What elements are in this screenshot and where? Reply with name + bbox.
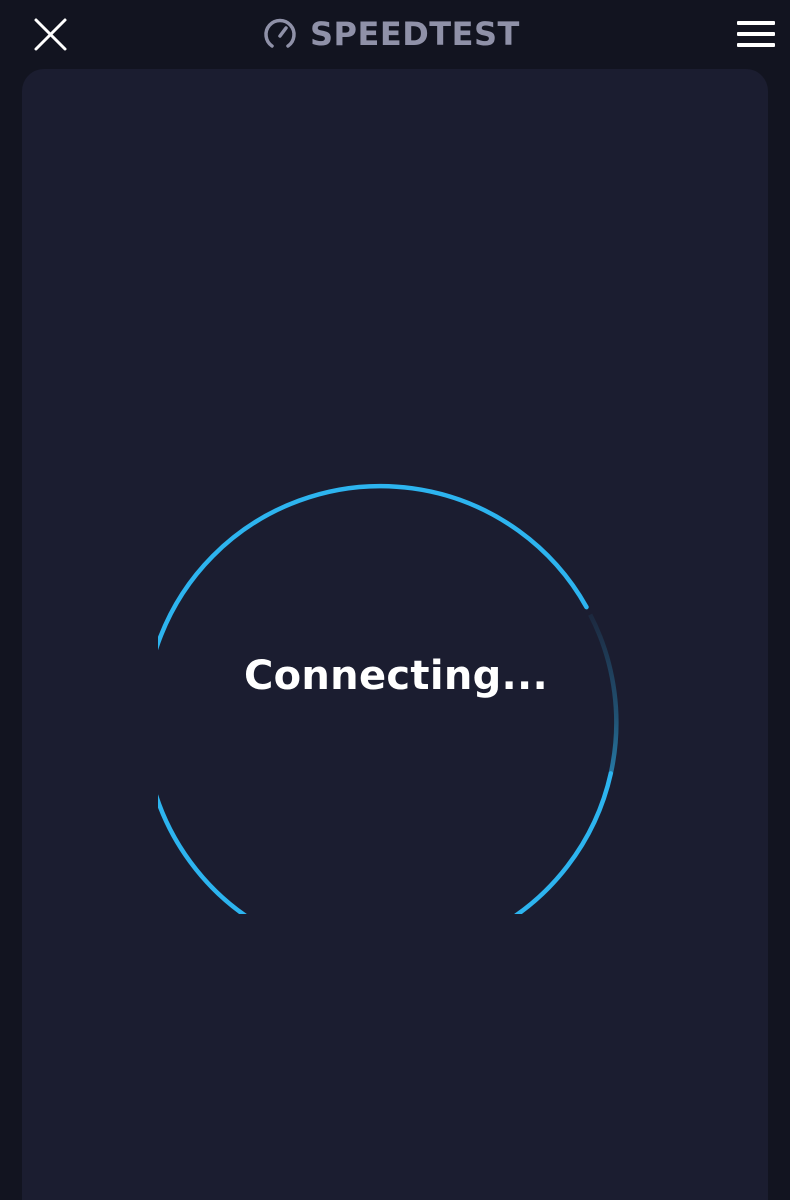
brand-logo: SPEEDTEST bbox=[262, 12, 520, 56]
app-title: SPEEDTEST bbox=[310, 15, 520, 53]
close-button[interactable] bbox=[28, 14, 72, 58]
connection-status-text: Connecting... bbox=[243, 653, 549, 699]
close-icon bbox=[34, 18, 67, 51]
main-panel: Connecting... bbox=[22, 69, 768, 1200]
speedometer-icon bbox=[262, 16, 298, 52]
hamburger-menu-icon bbox=[737, 21, 775, 47]
top-bar: SPEEDTEST bbox=[0, 0, 790, 68]
speedtest-app: SPEEDTEST Connecting... bbox=[0, 0, 790, 1200]
menu-button[interactable] bbox=[734, 16, 778, 52]
